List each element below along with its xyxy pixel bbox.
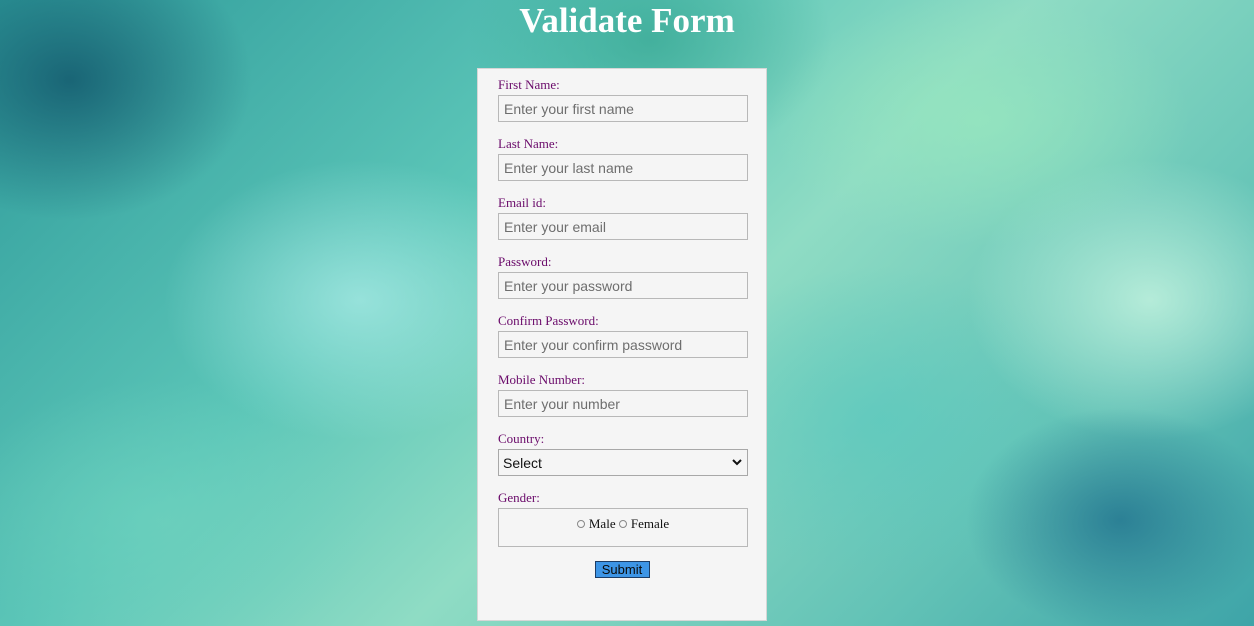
confirm-password-field: Confirm Password:: [498, 313, 748, 358]
country-select-wrap: Select: [498, 449, 748, 476]
radio-unchecked-icon[interactable]: [576, 520, 585, 528]
first-name-input[interactable]: [498, 95, 748, 122]
page-title: Validate Form: [519, 1, 735, 40]
mobile-number-input[interactable]: [498, 390, 748, 417]
gender-female-option[interactable]: Female: [618, 516, 670, 532]
first-name-label: First Name:: [498, 77, 560, 92]
last-name-label: Last Name:: [498, 136, 559, 151]
submit-row: Submit: [498, 561, 746, 579]
submit-button[interactable]: Submit: [594, 561, 650, 578]
validate-form: First Name: Last Name: Email id: Passwor…: [477, 68, 767, 621]
gender-label: Gender:: [498, 490, 540, 505]
radio-unchecked-icon[interactable]: [618, 520, 627, 528]
confirm-password-input[interactable]: [498, 331, 748, 358]
country-label: Country:: [498, 431, 545, 446]
country-field: Country: Select: [498, 431, 748, 476]
password-field: Password:: [498, 254, 748, 299]
password-input[interactable]: [498, 272, 748, 299]
gender-male-label: Male: [588, 516, 616, 531]
first-name-field: First Name:: [498, 77, 748, 122]
confirm-password-label: Confirm Password:: [498, 313, 599, 328]
email-label: Email id:: [498, 195, 547, 210]
gender-female-label: Female: [630, 516, 670, 531]
gender-options: Male Female: [498, 508, 748, 547]
gender-male-option[interactable]: Male: [576, 516, 616, 532]
last-name-input[interactable]: [498, 154, 748, 181]
gender-field: Gender: Male Female: [498, 490, 748, 547]
mobile-number-field: Mobile Number:: [498, 372, 748, 417]
email-input[interactable]: [498, 213, 748, 240]
mobile-number-label: Mobile Number:: [498, 372, 586, 387]
email-field: Email id:: [498, 195, 748, 240]
country-select[interactable]: Select: [498, 449, 748, 476]
password-label: Password:: [498, 254, 552, 269]
last-name-field: Last Name:: [498, 136, 748, 181]
